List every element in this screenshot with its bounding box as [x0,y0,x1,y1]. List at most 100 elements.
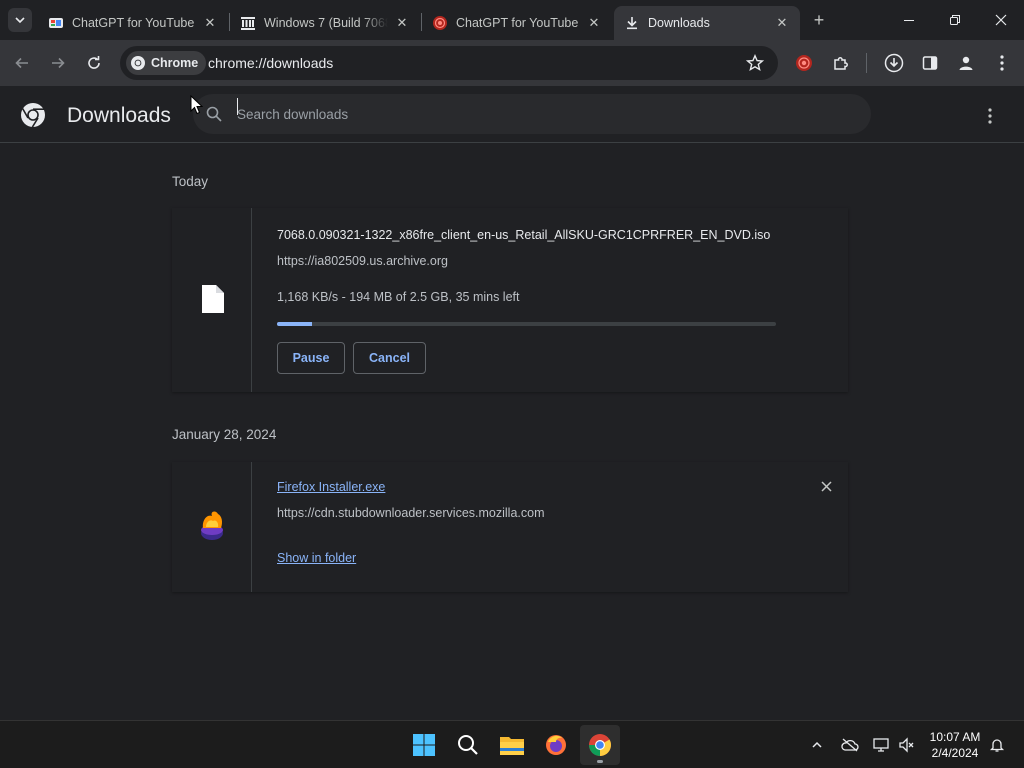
profile-button[interactable] [954,51,978,75]
tab-title: ChatGPT for YouTube [72,16,195,30]
close-icon [995,14,1007,26]
clock-date: 2/4/2024 [931,746,979,760]
windows-taskbar: 10:07 AM 2/4/2024 [0,720,1024,768]
network-icon [873,738,889,752]
file-name-link[interactable]: Firefox Installer.exe [277,480,385,494]
tab-downloads[interactable]: Downloads ✕ [614,6,800,40]
download-item-firefox: Firefox Installer.exe https://cdn.stubdo… [172,462,848,592]
network-tray-button[interactable] [870,733,894,757]
site-info-chip[interactable]: Chrome [126,51,207,75]
extensions-button[interactable] [829,51,853,75]
chrome-logo-icon [21,103,45,128]
puzzle-icon [834,57,848,70]
volume-tray-button[interactable] [895,733,919,757]
back-arrow-icon [15,57,28,69]
tab-windows-7-build[interactable]: Windows 7 (Build 7068 ✕ [230,6,420,40]
forward-arrow-icon [52,57,65,69]
downloads-header: Downloads [0,86,1024,143]
file-source-url[interactable]: https://cdn.stubdownloader.services.mozi… [277,506,545,520]
more-vertical-icon [988,108,992,124]
minimize-icon [904,20,914,21]
firefox-taskbar-button[interactable] [536,725,576,765]
reload-button[interactable] [82,51,106,75]
taskbar-clock[interactable]: 10:07 AM 2/4/2024 [918,729,992,761]
side-panel-button[interactable] [918,51,942,75]
text-caret [237,98,238,115]
chevron-up-icon [812,741,822,748]
extension-red-swirl[interactable] [792,51,816,75]
file-source-url[interactable]: https://ia802509.us.archive.org [277,254,448,268]
browser-toolbar: Chrome chrome://downloads [0,40,1024,86]
youtube-gpt-favicon [48,15,64,31]
forward-button[interactable] [46,51,70,75]
search-input[interactable] [237,102,837,126]
close-window-button[interactable] [978,0,1024,40]
firefox-icon [546,735,566,755]
page-title: Downloads [67,104,171,127]
side-panel-icon [922,56,938,70]
download-item-iso: 7068.0.090321-1322_x86fre_client_en-us_R… [172,208,848,392]
tab-title: Windows 7 (Build 7068 [264,16,388,30]
file-icon-column [172,208,252,392]
file-explorer-button[interactable] [492,725,532,765]
downloads-menu-button[interactable] [978,104,1002,128]
tab-chatgpt-youtube-2[interactable]: ChatGPT for YouTube ✕ [422,6,612,40]
cancel-button[interactable]: Cancel [353,342,426,374]
search-box[interactable] [193,94,871,134]
bookmark-star-button[interactable] [744,52,766,74]
file-icon [202,285,224,313]
taskbar-search-button[interactable] [448,725,488,765]
clock-time: 10:07 AM [929,730,981,744]
date-header-jan-28: January 28, 2024 [172,427,277,442]
chrome-menu-button[interactable] [990,51,1014,75]
active-app-indicator [597,760,603,763]
back-button[interactable] [10,51,34,75]
pause-button[interactable]: Pause [277,342,345,374]
chrome-icon [131,56,145,70]
tab-search-button[interactable] [8,8,32,32]
restore-button[interactable] [932,0,978,40]
address-bar[interactable]: Chrome chrome://downloads [120,46,778,80]
download-progress-fill [277,322,312,326]
close-tab-icon[interactable]: ✕ [394,15,410,31]
red-swirl-extension-icon [796,55,812,71]
minimize-button[interactable] [886,0,932,40]
folder-icon [500,737,524,755]
download-icon [624,15,640,31]
restore-icon [950,15,960,25]
file-name: 7068.0.090321-1322_x86fre_client_en-us_R… [277,228,771,242]
file-icon-column [172,462,252,592]
notifications-button[interactable] [985,733,1009,757]
close-tab-icon[interactable]: ✕ [586,15,602,31]
red-swirl-favicon [432,15,448,31]
search-icon [206,106,222,122]
close-tab-icon[interactable]: ✕ [774,15,790,31]
close-icon [820,480,832,492]
chip-label: Chrome [151,56,199,70]
toolbar-divider [866,53,867,73]
downloads-button[interactable] [882,51,906,75]
tab-chatgpt-youtube-1[interactable]: ChatGPT for YouTube ✕ [38,6,228,40]
download-circle-icon [884,53,904,73]
star-icon [746,54,764,71]
onedrive-tray-button[interactable] [838,733,862,757]
search-icon [458,735,478,755]
bell-icon [989,739,1005,752]
start-button[interactable] [404,725,444,765]
close-tab-icon[interactable]: ✕ [202,15,218,31]
date-header-today: Today [172,174,209,189]
show-hidden-icons-button[interactable] [805,733,829,757]
url-text[interactable]: chrome://downloads [208,55,333,71]
archive-org-favicon [240,15,256,31]
tab-strip: ChatGPT for YouTube ✕ Windows 7 (Build 7… [0,0,1024,40]
mouse-cursor-icon [190,95,204,115]
remove-from-list-button[interactable] [818,478,834,494]
download-status: 1,168 KB/s - 194 MB of 2.5 GB, 35 mins l… [277,290,520,304]
show-in-folder-link[interactable]: Show in folder [277,551,356,565]
chrome-taskbar-button[interactable] [580,725,620,765]
chrome-icon [589,734,611,756]
new-tab-button[interactable]: + [808,9,830,31]
tab-title: ChatGPT for YouTube [456,16,579,30]
windows-logo-icon [413,734,435,756]
cloud-off-icon [841,738,859,752]
